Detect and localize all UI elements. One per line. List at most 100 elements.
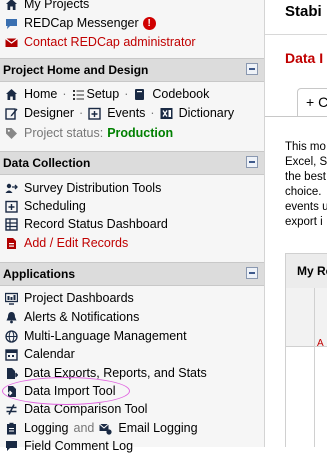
logging-row: Logging and Email Logging (5, 421, 198, 435)
record-status-dashboard-label: Record Status Dashboard (24, 217, 168, 231)
separator: · (79, 106, 84, 120)
separator: · (62, 87, 67, 101)
calendar-label: Calendar (24, 347, 75, 361)
dashboard-icon (5, 292, 18, 305)
survey-distribution-link[interactable]: Survey Distribution Tools (5, 181, 161, 195)
data-collection-title: Data Collection (3, 156, 91, 170)
alert-badge-icon: ! (142, 16, 156, 30)
multi-language-link[interactable]: Multi-Language Management (5, 329, 187, 343)
setup-label: Setup (86, 87, 120, 101)
logging-link[interactable]: Logging (5, 421, 69, 435)
redcap-messenger-link[interactable]: REDCap Messenger ! (5, 16, 156, 30)
scheduling-link[interactable]: Scheduling (5, 199, 86, 213)
contact-admin-label: Contact REDCap administrator (24, 35, 196, 49)
project-status-row: Project status: Production (5, 126, 173, 140)
export-icon (5, 367, 18, 380)
project-status-label: Project status: (24, 126, 104, 140)
tab-divider (265, 116, 327, 117)
setup-link[interactable]: Setup (72, 87, 120, 101)
events-label: Events (107, 106, 146, 120)
and-text: and (73, 421, 95, 435)
project-nav-row-1: Home · Setup · Codebook (5, 87, 209, 101)
instructions-text: This mo Excel, S the best choice. events… (285, 140, 327, 230)
instructions-line: the best (285, 171, 326, 183)
calendar-plus-icon (5, 200, 18, 213)
envelope-icon (5, 36, 18, 49)
alerts-notifications-link[interactable]: Alerts & Notifications (5, 310, 139, 324)
home-icon (5, 88, 18, 101)
project-status-value: Production (107, 126, 174, 140)
field-comment-log-label: Field Comment Log (24, 439, 134, 453)
excel-icon (160, 107, 173, 120)
instructions-line: Excel, S (285, 156, 327, 168)
email-logging-link[interactable]: Email Logging (99, 421, 198, 435)
calendar-link[interactable]: Calendar (5, 347, 75, 361)
project-dashboards-label: Project Dashboards (24, 291, 134, 305)
email-logging-label: Email Logging (118, 421, 198, 435)
chat-icon (5, 17, 18, 30)
separator: · (124, 87, 129, 101)
clipboard-icon (5, 422, 18, 435)
project-dashboards-link[interactable]: Project Dashboards (5, 291, 134, 305)
logging-label: Logging (24, 421, 69, 435)
my-records-title: My Re (297, 264, 327, 278)
globe-icon (5, 329, 18, 343)
tab-add-label: + C (306, 94, 327, 110)
not-equal-icon (5, 403, 18, 416)
designer-link[interactable]: Designer (5, 106, 74, 120)
calendar-icon (5, 348, 18, 361)
instructions-line: choice. (285, 186, 322, 198)
home-icon (5, 0, 18, 11)
collapse-icon[interactable] (246, 63, 258, 75)
survey-distribution-icon (5, 182, 18, 195)
data-collection-header: Data Collection (0, 151, 264, 175)
divider (265, 34, 327, 35)
instructions-line: events u (285, 201, 327, 213)
project-nav-row-2: Designer · Events · Dictionary (5, 106, 234, 120)
designer-label: Designer (24, 106, 75, 120)
my-records-header: My Re (285, 253, 327, 289)
bell-icon (5, 311, 18, 324)
annotation-circle (2, 377, 130, 405)
dictionary-link[interactable]: Dictionary (160, 106, 235, 120)
tab-add[interactable]: + C (297, 88, 327, 117)
home-label: Home (24, 87, 58, 101)
page-title: Stabi (285, 3, 322, 20)
multi-language-label: Multi-Language Management (24, 329, 187, 343)
codebook-link[interactable]: Codebook (133, 87, 209, 101)
applications-title: Applications (3, 267, 76, 281)
add-edit-records-link[interactable]: Add / Edit Records (5, 236, 128, 250)
home-link[interactable]: Home (5, 87, 57, 101)
table-cell: A (317, 338, 324, 349)
dictionary-label: Dictionary (178, 106, 235, 120)
collapse-icon[interactable] (246, 267, 258, 279)
my-projects-label: My Projects (24, 0, 90, 11)
calendar-plus-icon (88, 107, 101, 120)
checklist-icon (72, 88, 85, 101)
survey-distribution-label: Survey Distribution Tools (24, 181, 162, 195)
scheduling-label: Scheduling (24, 199, 86, 213)
tag-icon (5, 127, 18, 140)
separator: · (150, 106, 155, 120)
redcap-messenger-label: REDCap Messenger (24, 16, 139, 30)
events-link[interactable]: Events (88, 106, 145, 120)
codebook-label: Codebook (152, 87, 210, 101)
field-comment-log-link[interactable]: Field Comment Log (5, 439, 133, 453)
main-content: Stabi Data I + C This mo Excel, S the be… (265, 0, 327, 447)
edit-icon (5, 107, 18, 120)
table-icon (5, 217, 18, 231)
records-table: A (285, 288, 327, 447)
alerts-notifications-label: Alerts & Notifications (24, 310, 140, 324)
collapse-icon[interactable] (246, 156, 258, 168)
instructions-line: This mo (285, 141, 326, 153)
my-projects-link[interactable]: My Projects (5, 0, 89, 11)
add-edit-records-label: Add / Edit Records (24, 236, 129, 250)
book-icon (133, 88, 146, 101)
project-home-title: Project Home and Design (3, 63, 149, 77)
contact-admin-link[interactable]: Contact REDCap administrator (5, 35, 196, 49)
file-edit-icon (5, 237, 18, 250)
comment-icon (5, 440, 18, 453)
table-column-divider (314, 288, 315, 447)
record-status-dashboard-link[interactable]: Record Status Dashboard (5, 217, 168, 231)
email-logging-icon (99, 422, 112, 435)
